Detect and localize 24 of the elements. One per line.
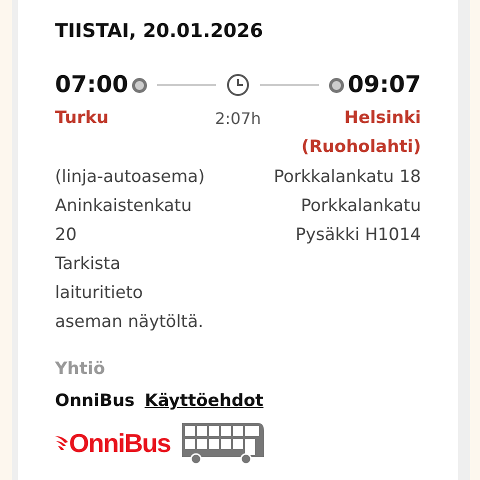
stop-dot-icon (328, 78, 344, 92)
departure-address-line: aseman näytöltä. (55, 311, 204, 334)
departure-address-line: (linja-autoasema) (55, 166, 205, 189)
departure-address-line: laituritieto (55, 282, 144, 305)
duration: 2:07h (214, 108, 262, 130)
date-heading: TIISTAI, 20.01.2026 (55, 20, 264, 44)
arrival-address-line: Porkkalankatu (300, 195, 421, 218)
section-label: Yhtiö (55, 359, 106, 379)
departure-city: Turku (55, 107, 110, 130)
arrival-address-line: Pysäkki H1014 (296, 224, 421, 247)
clock-icon (226, 73, 250, 97)
departure-address-line: Tarkista (55, 253, 122, 276)
departure-address-line: 20 (55, 224, 78, 247)
company-name: OnniBus (55, 391, 135, 411)
terms-link[interactable]: Käyttöehdot (144, 391, 264, 411)
arrival-address-line: Porkkalankatu 18 (274, 166, 421, 189)
arrival-time: 09:07 (348, 72, 421, 98)
company-logo: OnniBus (69, 428, 170, 458)
departure-time: 07:00 (55, 72, 128, 98)
double-decker-bus-icon (180, 421, 266, 465)
stop-dot-icon (132, 78, 148, 92)
wing-logo-icon (55, 434, 69, 452)
arrival-city: Helsinki (Ruoholahti) (300, 107, 421, 159)
departure-address-line: Aninkaistenkatu (55, 195, 193, 218)
